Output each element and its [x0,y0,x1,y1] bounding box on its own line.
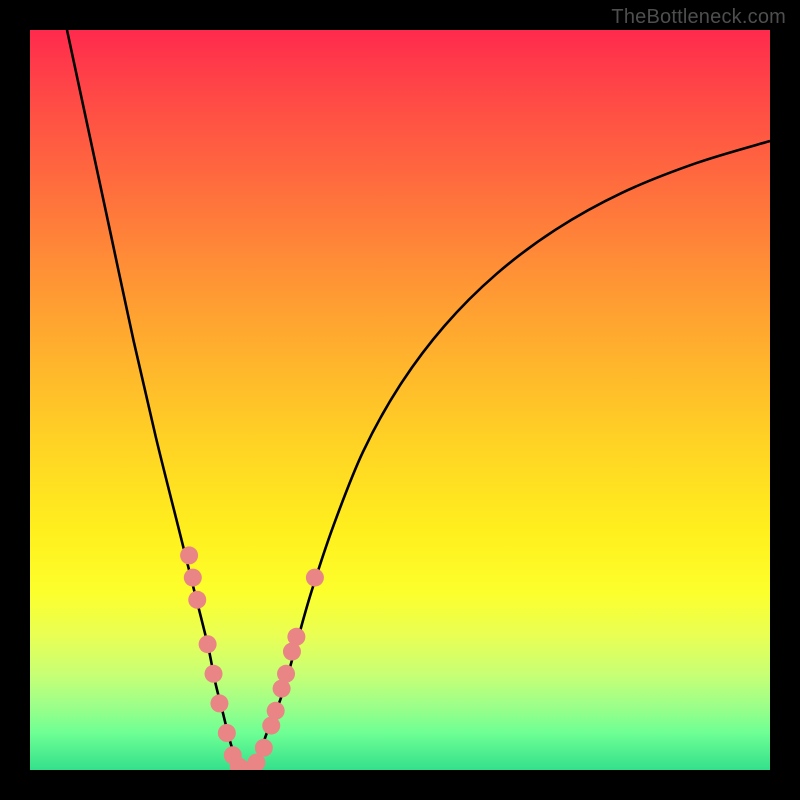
data-marker [255,739,273,757]
data-marker [267,702,285,720]
curve-layer [67,30,770,770]
chart-frame: TheBottleneck.com [0,0,800,800]
data-marker [180,546,198,564]
data-marker [210,694,228,712]
watermark-text: TheBottleneck.com [611,6,786,29]
marker-layer [180,546,324,770]
data-marker [205,665,223,683]
bottleneck-curve [67,30,770,770]
data-marker [287,628,305,646]
data-marker [184,569,202,587]
data-marker [277,665,295,683]
chart-svg [30,30,770,770]
data-marker [188,591,206,609]
data-marker [199,635,217,653]
data-marker [218,724,236,742]
chart-plot-area [30,30,770,770]
data-marker [306,569,324,587]
